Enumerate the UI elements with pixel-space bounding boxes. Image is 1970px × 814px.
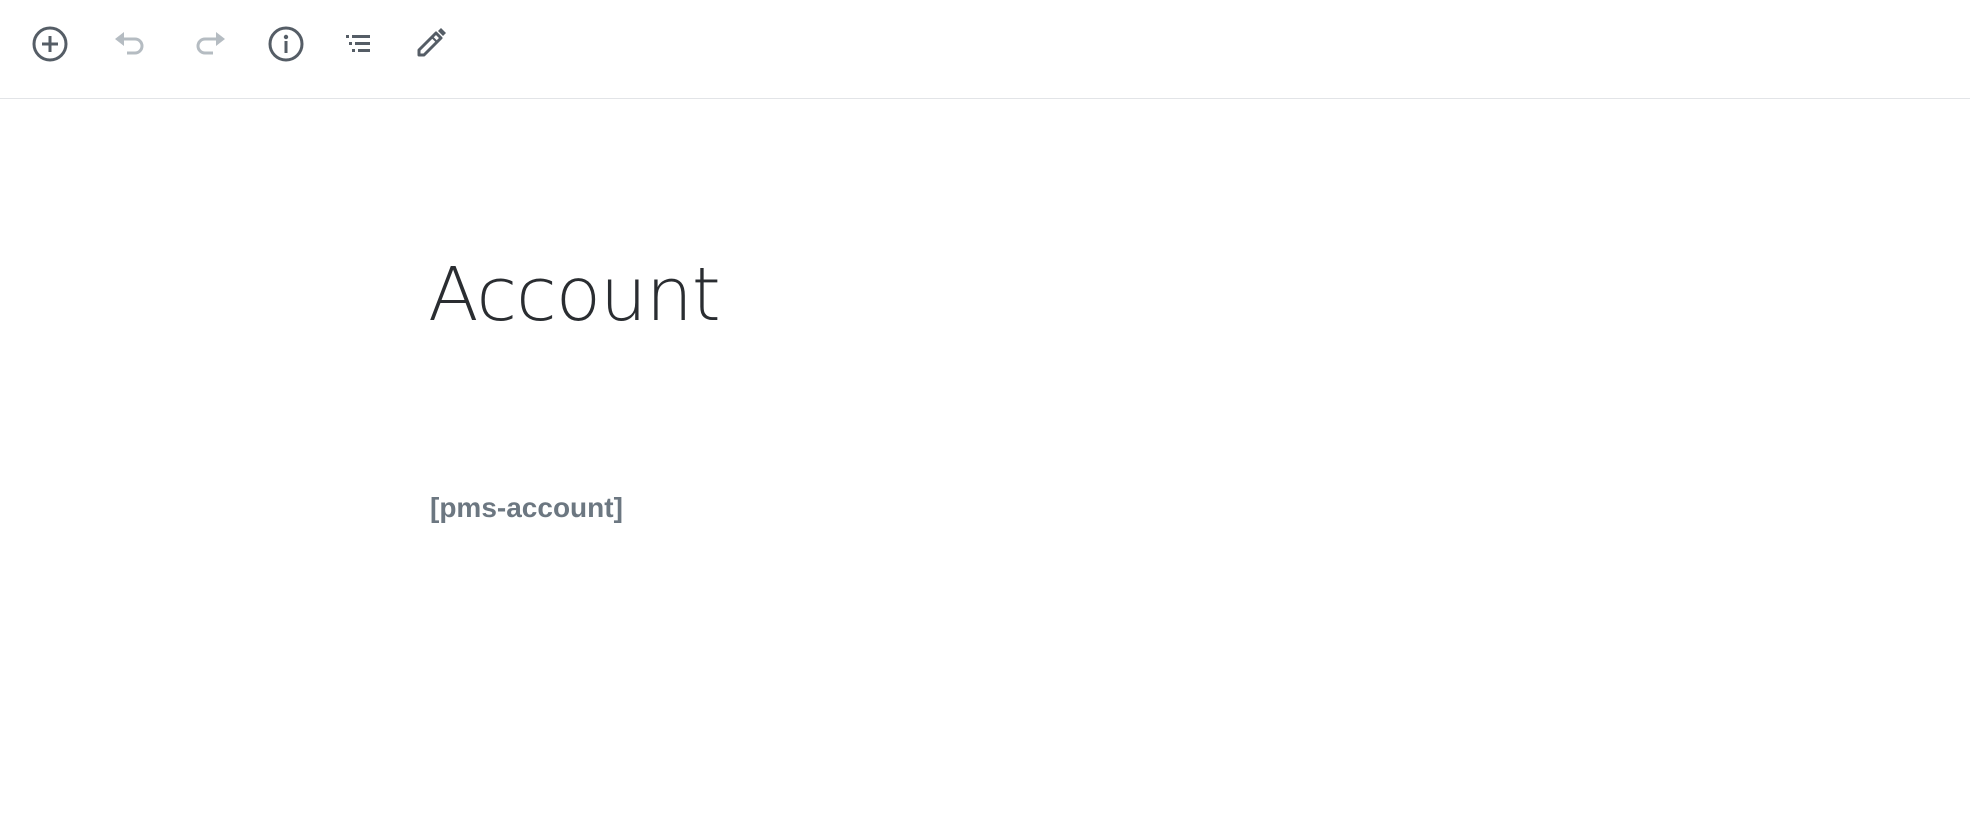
post-title[interactable]: Account: [428, 258, 721, 332]
info-icon: [268, 26, 304, 62]
edit-mode-button[interactable]: [406, 20, 454, 68]
pencil-icon: [417, 28, 446, 57]
redo-button[interactable]: [186, 20, 234, 68]
list-outline-icon: [346, 35, 370, 52]
add-block-button[interactable]: [26, 20, 74, 68]
plus-circle-icon: [32, 26, 68, 62]
undo-button[interactable]: [106, 20, 154, 68]
info-button[interactable]: [262, 20, 310, 68]
redo-icon: [196, 32, 225, 55]
editor-canvas: Account [pms-account]: [0, 100, 1970, 814]
editor-toolbar: [0, 0, 1970, 99]
block-navigation-button[interactable]: [334, 20, 382, 68]
shortcode-block[interactable]: [pms-account]: [430, 491, 623, 525]
undo-icon: [115, 32, 144, 55]
